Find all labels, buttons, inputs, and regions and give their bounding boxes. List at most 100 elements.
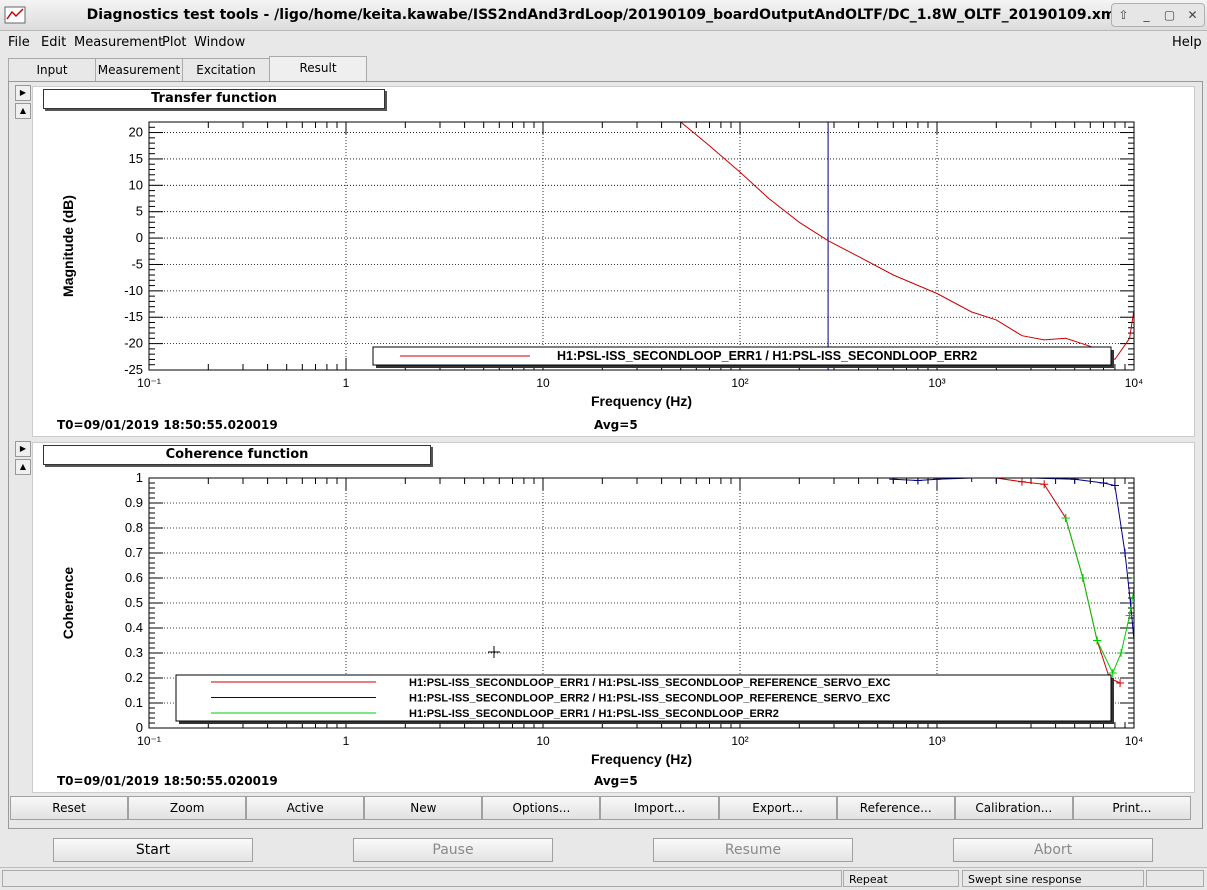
- status-mode: Repeat: [843, 870, 959, 887]
- y-tick-label: 0: [136, 230, 143, 245]
- y-tick-label: 0.5: [125, 595, 143, 610]
- title-bar: Diagnostics test tools - /ligo/home/keit…: [0, 0, 1207, 31]
- y-tick-label: -20: [124, 336, 143, 351]
- menu-file[interactable]: File: [8, 35, 30, 50]
- status-type: Swept sine response: [962, 870, 1144, 887]
- export-button[interactable]: Export...: [718, 796, 837, 820]
- calibration-button[interactable]: Calibration...: [954, 796, 1073, 820]
- status-message: [2, 870, 842, 887]
- x-tick-label: 10³: [928, 376, 945, 390]
- x-tick-label: 10²: [731, 376, 748, 390]
- menu-bar: File Edit Measurement Plot Window Help: [0, 31, 1207, 53]
- tab-input[interactable]: Input: [8, 58, 96, 81]
- maximize-icon[interactable]: ▢: [1158, 4, 1181, 26]
- pause-button[interactable]: Pause: [353, 838, 553, 862]
- minimize-icon[interactable]: _: [1135, 4, 1158, 26]
- y-tick-label: 0.2: [125, 670, 143, 685]
- plot2-side-controls: ▶ ▲: [15, 441, 31, 477]
- series-line-0: [996, 478, 1121, 684]
- y-tick-label: 20: [129, 125, 143, 140]
- x-tick-label: 10: [536, 376, 550, 390]
- coherence-function-panel[interactable]: Coherence function 10⁻¹ 1 10 10² 10³ 10⁴ 1 0.9 0…: [32, 442, 1195, 793]
- legend-entry: H1:PSL-ISS_SECONDLOOP_ERR1 / H1:PSL-ISS_…: [557, 349, 977, 363]
- zoom-button[interactable]: Zoom: [128, 796, 247, 820]
- start-button[interactable]: Start: [53, 838, 253, 862]
- series-line-0: [680, 122, 1134, 361]
- y-tick-label: 10: [129, 177, 143, 192]
- y-tick-label: 0.4: [125, 620, 143, 635]
- close-icon[interactable]: ✕: [1181, 4, 1204, 26]
- menu-plot[interactable]: Plot: [162, 35, 187, 50]
- x-tick-label: 10⁻¹: [137, 376, 161, 390]
- t0-label: T0=09/01/2019 18:50:55.020019: [57, 774, 278, 788]
- series-line-2: [1065, 517, 1134, 675]
- x-tick-label: 10³: [928, 734, 945, 748]
- legend: H1:PSL-ISS_SECONDLOOP_ERR1 / H1:PSL-ISS_…: [372, 346, 1114, 368]
- new-button[interactable]: New: [364, 796, 483, 820]
- active-button[interactable]: Active: [246, 796, 365, 820]
- reset-button[interactable]: Reset: [10, 796, 129, 820]
- resume-button[interactable]: Resume: [653, 838, 853, 862]
- avg-label: Avg=5: [594, 418, 638, 432]
- y-axis-label: Magnitude (dB): [60, 195, 76, 297]
- tab-excitation[interactable]: Excitation: [182, 58, 270, 81]
- reference-button[interactable]: Reference...: [836, 796, 955, 820]
- x-tick-label: 1: [343, 376, 350, 390]
- crosshair-cursor-icon: [488, 646, 500, 658]
- menu-help[interactable]: Help: [1172, 35, 1202, 50]
- y-tick-label: -25: [124, 362, 143, 377]
- menu-edit[interactable]: Edit: [41, 35, 66, 50]
- menu-window[interactable]: Window: [194, 35, 245, 50]
- print-button[interactable]: Print...: [1072, 796, 1191, 820]
- series-line-1: [893, 478, 1134, 646]
- legend-entry: H1:PSL-ISS_SECONDLOOP_ERR1 / H1:PSL-ISS_…: [409, 708, 779, 720]
- y-tick-label: 1: [136, 470, 143, 485]
- plot-area: [889, 478, 1134, 687]
- collapse-up-icon[interactable]: ▲: [15, 103, 31, 119]
- tab-result[interactable]: Result: [269, 56, 367, 81]
- y-tick-label: -10: [124, 283, 143, 298]
- y-tick-label: 0.1: [125, 695, 143, 710]
- x-axis-label: Frequency (Hz): [591, 393, 692, 409]
- x-tick-label: 10: [536, 734, 550, 748]
- x-axis-label: Frequency (Hz): [591, 751, 692, 767]
- x-tick-label: 10²: [731, 734, 748, 748]
- import-button[interactable]: Import...: [600, 796, 719, 820]
- plot-toolbar: Reset Zoom Active New Options... Import.…: [10, 796, 1191, 820]
- y-tick-label: 0: [136, 720, 143, 735]
- expand-right-icon[interactable]: ▶: [15, 85, 31, 101]
- status-bar: Repeat Swept sine response: [0, 867, 1207, 890]
- transfer-function-panel[interactable]: Transfer function 10⁻¹ 1 10 10² 10³ 10⁴ 20 15 10…: [32, 86, 1195, 437]
- abort-button[interactable]: Abort: [953, 838, 1153, 862]
- transfer-function-chart[interactable]: 10⁻¹ 1 10 10² 10³ 10⁴ 20 15 10 5 0 -5 -10 -15 -20 -25 Fr…: [33, 87, 1194, 436]
- legend: H1:PSL-ISS_SECONDLOOP_ERR1 / H1:PSL-ISS_…: [175, 674, 1114, 724]
- avg-label: Avg=5: [594, 774, 638, 788]
- y-tick-label: 0.7: [125, 545, 143, 560]
- x-tick-label: 10⁴: [1125, 376, 1144, 390]
- x-tick-label: 10⁻¹: [137, 734, 161, 748]
- y-tick-label: -15: [124, 309, 143, 324]
- collapse-up-icon[interactable]: ▲: [15, 459, 31, 475]
- y-tick-label: 0.9: [125, 495, 143, 510]
- y-tick-label: 0.6: [125, 570, 143, 585]
- y-tick-label: 15: [129, 151, 143, 166]
- x-tick-label: 1: [343, 734, 350, 748]
- y-tick-label: 0.8: [125, 520, 143, 535]
- expand-right-icon[interactable]: ▶: [15, 441, 31, 457]
- options-button[interactable]: Options...: [482, 796, 601, 820]
- y-tick-label: 0.3: [125, 645, 143, 660]
- t0-label: T0=09/01/2019 18:50:55.020019: [57, 418, 278, 432]
- resize-grip[interactable]: [1146, 870, 1204, 887]
- shade-icon[interactable]: ⇧: [1112, 4, 1135, 26]
- menu-measurement[interactable]: Measurement: [74, 35, 163, 50]
- legend-entry: H1:PSL-ISS_SECONDLOOP_ERR2 / H1:PSL-ISS_…: [409, 693, 891, 705]
- tab-measurement[interactable]: Measurement: [95, 58, 183, 81]
- coherence-chart[interactable]: 10⁻¹ 1 10 10² 10³ 10⁴ 1 0.9 0.8 0.7 0.6 0.5 0.4 0.3 0.…: [33, 443, 1194, 792]
- y-axis-label: Coherence: [60, 567, 76, 640]
- y-tick-label: -5: [131, 256, 143, 271]
- window-controls: ⇧ _ ▢ ✕: [1111, 3, 1205, 27]
- window-title: Diagnostics test tools - /ligo/home/keit…: [86, 7, 1121, 23]
- legend-entry: H1:PSL-ISS_SECONDLOOP_ERR1 / H1:PSL-ISS_…: [409, 677, 891, 689]
- y-tick-label: 5: [136, 204, 143, 219]
- x-tick-label: 10⁴: [1125, 734, 1144, 748]
